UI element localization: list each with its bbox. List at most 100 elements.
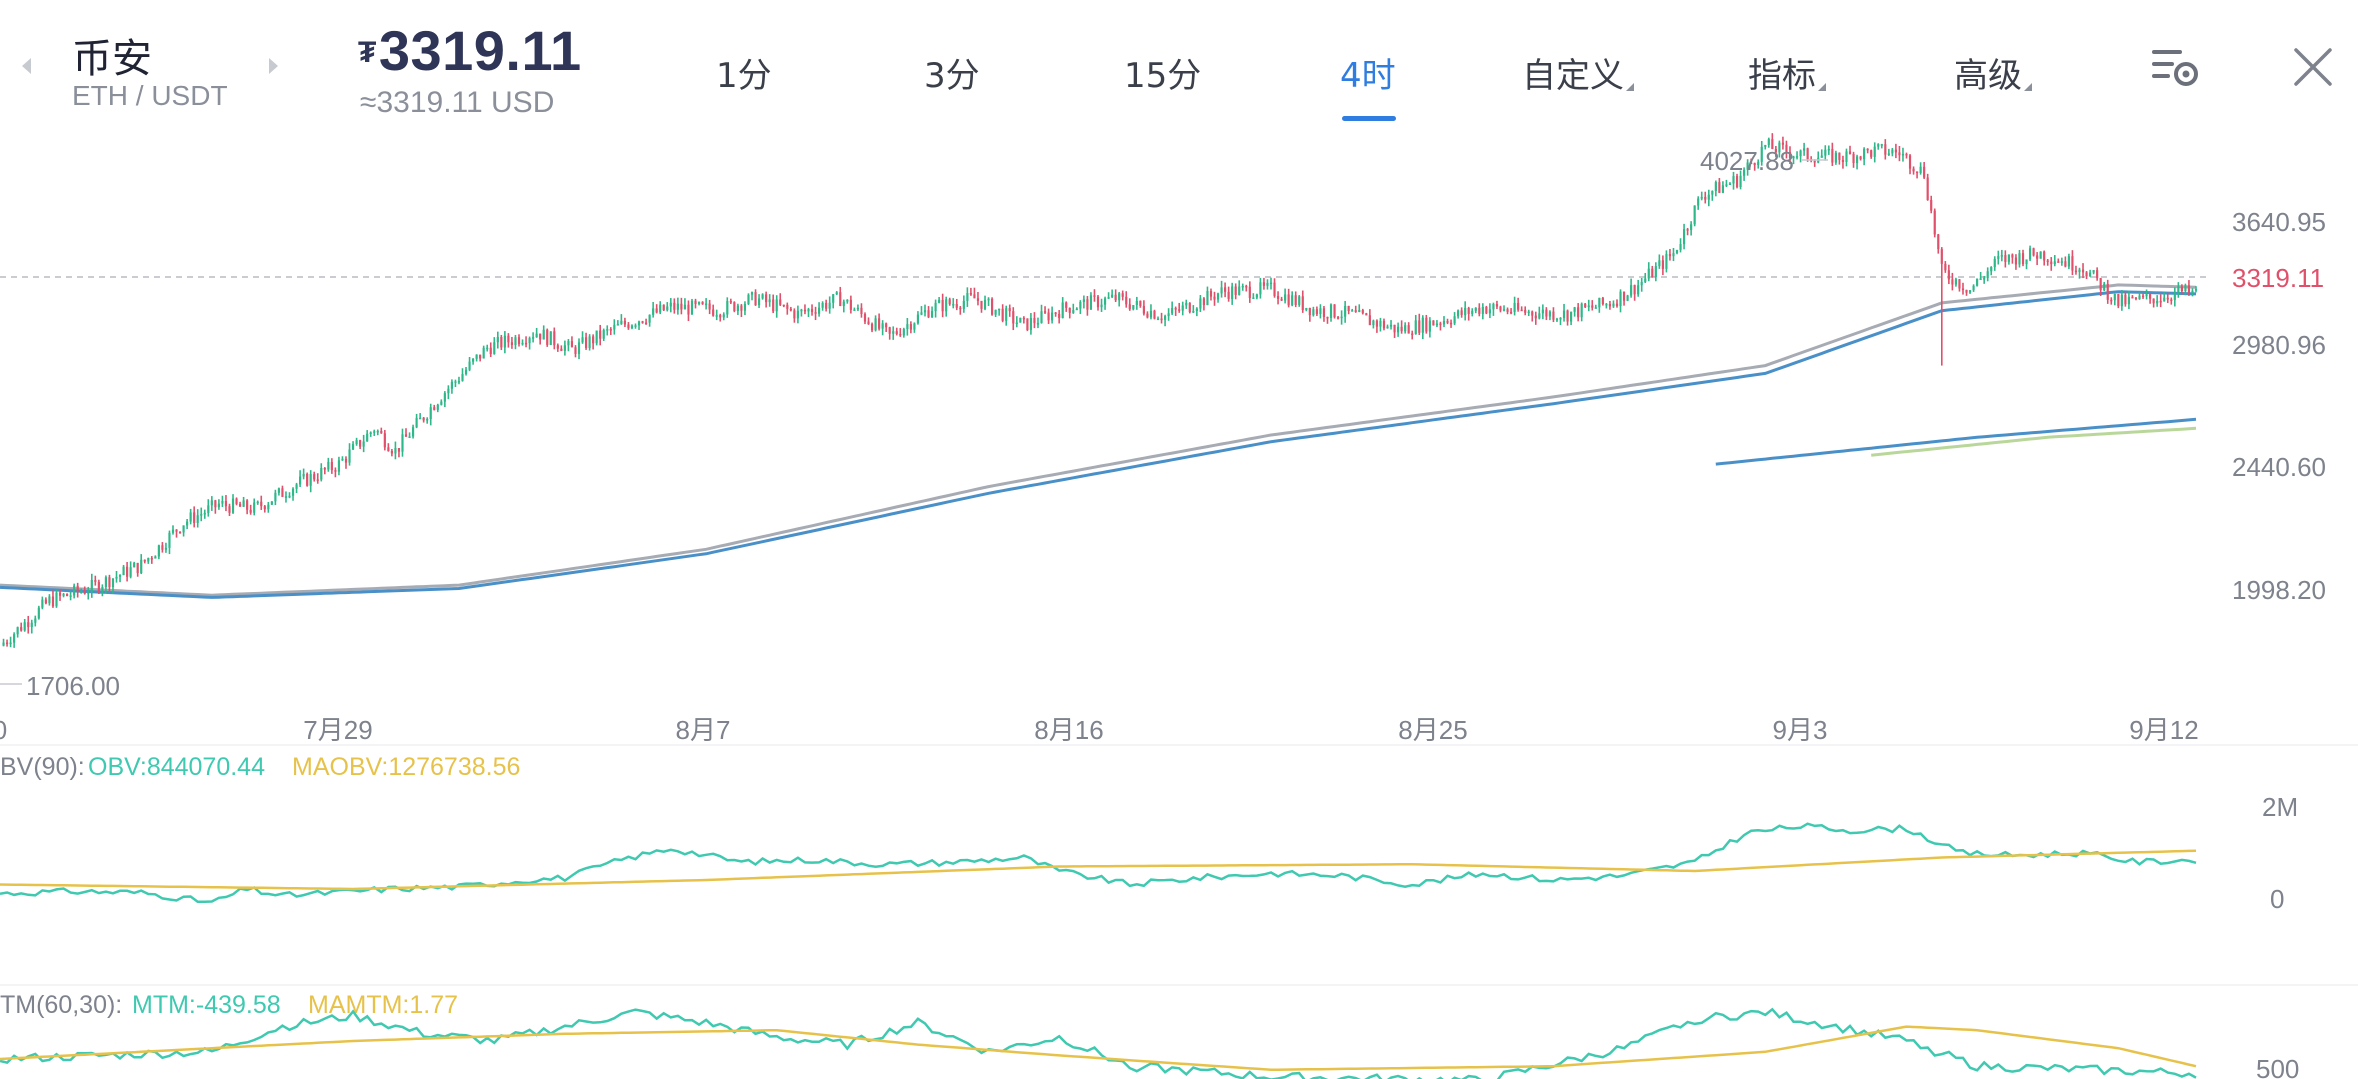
candle-body (178, 531, 182, 534)
candle-body (881, 323, 884, 329)
candle-body (1930, 199, 1933, 211)
candle-body (1156, 318, 1160, 321)
candle-body (2124, 294, 2127, 305)
candle-body (1993, 258, 1996, 268)
candle-body (327, 461, 330, 470)
tab-advanced[interactable]: 高级 (1954, 48, 2032, 97)
candle-body (1799, 150, 1802, 157)
candle-body (2004, 255, 2007, 262)
candle-body (1933, 210, 1936, 235)
candle-body (1721, 185, 1725, 193)
candle-body (835, 292, 838, 295)
candle-body (637, 321, 641, 326)
candle-body (1199, 298, 1202, 309)
tab-15min[interactable]: 15分 (1124, 48, 1201, 97)
dropdown-corner-icon (1626, 83, 1634, 91)
candle-body (1983, 278, 1986, 280)
candle-body (306, 473, 309, 486)
price-chart[interactable]: 4027.88 1706.00 3640.95 2980.96 2440.60 1998… (0, 130, 2358, 1079)
candle-body (500, 336, 503, 348)
candle-body (2085, 272, 2088, 277)
candle-body (13, 634, 16, 643)
candle-body (1269, 282, 1273, 285)
chart-settings-icon[interactable] (2150, 44, 2202, 88)
candle-body (701, 302, 704, 305)
candle-body (553, 331, 556, 346)
candle-body (1301, 296, 1304, 310)
candle-body (1047, 312, 1050, 321)
chart-grid (0, 276, 2358, 986)
candle-body (1082, 299, 1085, 302)
chevron-left-icon[interactable] (16, 55, 38, 77)
candle-body (2099, 278, 2102, 291)
candle-body (235, 498, 238, 504)
candle-body (1135, 300, 1138, 306)
candle-body (634, 325, 637, 327)
x-tick-label: 8月16 (1034, 715, 1103, 745)
candle-body (1841, 159, 1845, 162)
candle-body (1951, 279, 1954, 285)
candle-body (359, 440, 362, 447)
candle-body (1114, 294, 1117, 301)
candle-body (1298, 296, 1301, 305)
candle-body (740, 305, 743, 311)
candle-body (592, 336, 595, 344)
candle-body (613, 324, 616, 330)
candle-body (1163, 316, 1167, 320)
candle-body (221, 500, 224, 504)
candle-body (30, 622, 33, 628)
ma-line-1 (0, 290, 2197, 599)
candle-body (602, 329, 605, 339)
close-icon[interactable] (2292, 46, 2334, 88)
candle-body (147, 558, 150, 562)
candle-body (419, 417, 422, 420)
candle-body (55, 592, 58, 607)
candle-body (1096, 296, 1100, 308)
candle-body (161, 545, 164, 550)
candle-body (909, 324, 912, 330)
candle-body (468, 361, 471, 370)
chevron-right-icon[interactable] (262, 55, 284, 77)
candle-body (945, 299, 948, 312)
candle-body (1068, 307, 1071, 313)
candle-body (140, 559, 143, 574)
candle-body (1803, 148, 1806, 151)
candle-body (366, 433, 369, 442)
candle-body (1633, 285, 1636, 295)
candle-body (923, 310, 927, 313)
candle-body (948, 299, 951, 305)
tab-1min[interactable]: 1分 (716, 48, 772, 97)
candle-body (2180, 286, 2183, 292)
tab-custom[interactable]: 自定义 (1522, 48, 1634, 97)
high-price-marker: 4027.88 (1700, 146, 1794, 176)
candle-body (1375, 320, 1379, 327)
candle-body (1089, 295, 1093, 310)
candle-body (517, 337, 521, 344)
candle-body (1781, 142, 1785, 145)
trading-pair: ETH / USDT (72, 80, 228, 111)
candle-body (673, 302, 676, 310)
candle-body (2039, 251, 2042, 259)
candle-body (1234, 286, 1237, 295)
candle-body (1580, 303, 1583, 318)
candle-body (715, 315, 718, 317)
candle-body (627, 324, 630, 329)
candle-body (853, 309, 856, 311)
candle-body (1029, 318, 1033, 330)
candle-body (1502, 309, 1506, 311)
candle-body (387, 447, 390, 452)
candle-body (1527, 311, 1530, 314)
tab-indicators[interactable]: 指标 (1748, 48, 1826, 97)
candle-body (2177, 286, 2180, 293)
ma-line-2 (1715, 417, 2197, 466)
candle-body (157, 545, 160, 557)
candle-body (2050, 261, 2053, 265)
tab-4h[interactable]: 4时 (1340, 48, 1396, 97)
candle-body (934, 302, 937, 312)
candle-body (1478, 307, 1481, 314)
tab-3min[interactable]: 3分 (924, 48, 980, 97)
candle-body (1058, 313, 1061, 318)
candle-body (168, 532, 171, 548)
candle-body (1901, 153, 1905, 156)
candle-body (669, 302, 672, 307)
